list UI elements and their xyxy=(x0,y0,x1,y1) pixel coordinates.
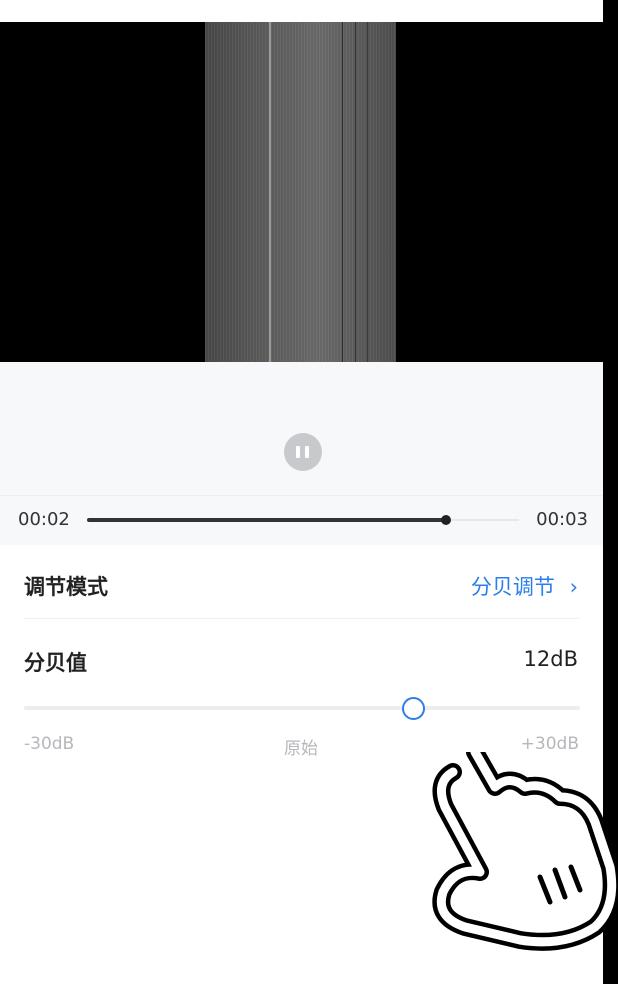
playback-controls: 00:02 00:03 xyxy=(0,362,603,545)
scale-min-label: -30dB xyxy=(24,734,75,754)
scale-mid-label: 原始 xyxy=(284,739,318,759)
progress-fill xyxy=(87,518,446,522)
divider xyxy=(0,495,603,496)
progress-knob[interactable] xyxy=(440,515,451,525)
db-label: 分贝值 xyxy=(24,651,87,675)
divider xyxy=(24,618,579,619)
adjust-mode-selector[interactable]: 分贝调节 › xyxy=(471,571,578,601)
adjust-mode-value: 分贝调节 xyxy=(470,575,555,599)
adjust-settings: 调节模式 分贝调节 › 分贝值 12dB -30dB 原始 +30dB xyxy=(0,545,603,984)
chevron-right-icon: › xyxy=(569,575,578,599)
db-slider-knob[interactable] xyxy=(402,697,426,720)
db-value: 12dB xyxy=(523,647,578,671)
total-time: 00:03 xyxy=(536,509,588,530)
top-strip xyxy=(0,0,603,22)
scale-max-label: +30dB xyxy=(520,734,579,754)
current-time: 00:02 xyxy=(18,509,70,530)
video-frame xyxy=(205,22,396,362)
video-player[interactable] xyxy=(0,22,603,362)
adjust-mode-label: 调节模式 xyxy=(24,575,108,599)
pause-button[interactable] xyxy=(284,433,322,471)
db-slider[interactable] xyxy=(24,697,580,720)
pause-icon xyxy=(296,446,300,458)
progress-bar[interactable] xyxy=(87,515,519,525)
